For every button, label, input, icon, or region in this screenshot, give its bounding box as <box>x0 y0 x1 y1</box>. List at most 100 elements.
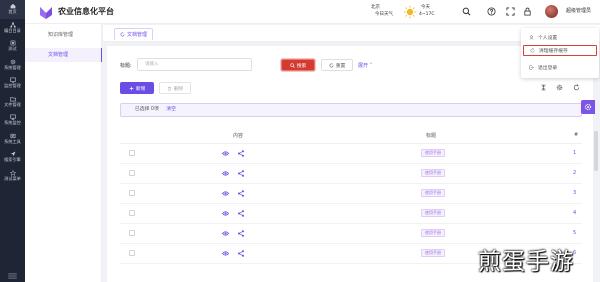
sidebar-item-system[interactable]: 系统管理 <box>0 56 25 75</box>
tab-documents[interactable]: 文档管理 <box>114 28 154 40</box>
sidebar-item-sysmonitor[interactable]: 系统监控 <box>0 111 25 130</box>
weather-day: 今天 <box>421 5 430 10</box>
add-button[interactable]: 新增 <box>120 82 154 94</box>
expand-link[interactable]: 展开 ˅ <box>358 62 372 69</box>
column-header-title[interactable]: 标题 <box>426 132 436 139</box>
table-row: 使用手册 3 <box>120 184 582 204</box>
row-checkbox[interactable] <box>129 170 135 176</box>
sunny-icon <box>403 5 417 19</box>
view-share-icons[interactable] <box>222 150 246 157</box>
main-sidebar: 首页 编目目录 测试 系统管理 监控管理 文件管理 系统监控 系统工具 搜索引擎… <box>0 0 25 282</box>
avatar[interactable] <box>545 5 558 18</box>
clear-selection-link[interactable]: 清空 <box>166 107 176 112</box>
sidebar-item-files[interactable]: 文件管理 <box>0 93 25 112</box>
top-header: 农业信息化平台 北京 今日天气 今天 4~17C 超级管理员 <box>25 0 600 24</box>
username[interactable]: 超级管理员 <box>566 8 591 15</box>
lock-icon[interactable] <box>523 7 532 16</box>
column-height-icon[interactable] <box>540 84 547 91</box>
delete-button[interactable]: 删除 <box>159 82 191 94</box>
watermark-text: 煎蛋手游 <box>478 249 574 275</box>
gear-icon <box>584 103 592 111</box>
view-share-icons[interactable] <box>222 170 246 177</box>
search-icon <box>290 62 295 68</box>
row-checkbox[interactable] <box>129 210 135 216</box>
menu-item-label: 清理缓存缓存 <box>539 49 568 54</box>
fullscreen-icon[interactable] <box>506 7 515 16</box>
search-button[interactable]: 搜索 <box>281 59 315 71</box>
sidebar-item-monitor[interactable]: 监控管理 <box>0 74 25 93</box>
view-share-icons[interactable] <box>222 190 246 197</box>
sidebar-item-label: 编目目录 <box>4 27 21 33</box>
plus-icon <box>129 86 133 90</box>
tree-item-knowledge-base[interactable]: 知识库管理 <box>25 28 102 42</box>
row-index: 5 <box>573 230 577 236</box>
sidebar-item-label: 测试菜单 <box>4 175 21 181</box>
column-header-content[interactable]: 内容 <box>233 132 243 139</box>
table-row: 使用手册 1 <box>120 144 582 164</box>
sidebar-item-catalog[interactable]: 编目目录 <box>0 19 25 38</box>
reset-button-label: 重置 <box>335 63 346 69</box>
view-share-icons[interactable] <box>222 210 246 217</box>
app-logo <box>40 7 52 19</box>
view-share-icons[interactable] <box>222 250 246 257</box>
menu-item-label: 个人设置 <box>538 36 558 41</box>
title-tag: 使用手册 <box>421 229 445 237</box>
tree-item-label: 文档管理 <box>48 52 69 58</box>
sidebar-item-label: 文件管理 <box>4 101 21 107</box>
sidebar-item-label: 系统监控 <box>4 120 21 126</box>
column-header-index[interactable]: # <box>574 132 578 138</box>
table-row: 使用手册 4 <box>120 204 582 224</box>
floating-settings-button[interactable] <box>581 100 595 114</box>
sidebar-item-tools[interactable]: 系统工具 <box>0 130 25 149</box>
title-tag: 使用手册 <box>421 249 445 257</box>
reset-button[interactable]: 重置 <box>321 59 353 71</box>
row-checkbox[interactable] <box>129 190 135 196</box>
selection-count: 已选择 0项 <box>135 107 159 112</box>
search-icon[interactable] <box>462 7 471 16</box>
sidebar-item-label: 测试 <box>8 46 17 52</box>
menu-collapse-icon[interactable] <box>8 273 17 279</box>
row-checkbox[interactable] <box>129 150 135 156</box>
title-tag: 使用手册 <box>421 169 445 177</box>
reload-icon[interactable] <box>573 84 580 91</box>
menu-item-logout[interactable]: 退出登录 <box>523 62 597 73</box>
table-header: 内容 标题 # <box>120 128 582 144</box>
sidebar-item-test[interactable]: 测试 <box>0 37 25 56</box>
title-tag: 使用手册 <box>421 209 445 217</box>
row-checkbox[interactable] <box>129 250 135 256</box>
sidebar-item-label: 搜索引擎 <box>4 157 21 163</box>
sidebar-item-label: 监控管理 <box>4 83 21 89</box>
tree-item-documents[interactable]: 文档管理 <box>25 48 102 62</box>
row-index: 3 <box>573 190 577 196</box>
expand-link-label: 展开 <box>358 63 369 69</box>
app-title: 农业信息化平台 <box>58 7 114 16</box>
user-icon <box>529 35 534 40</box>
sidebar-item-search-engine[interactable]: 搜索引擎 <box>0 148 25 167</box>
sidebar-item-label: 首页 <box>8 9 17 15</box>
refresh-icon <box>329 63 334 67</box>
sidebar-item-home[interactable]: 首页 <box>0 0 25 19</box>
sidebar-item-test-menu[interactable]: 测试菜单 <box>0 167 25 186</box>
row-index: 2 <box>573 170 577 176</box>
menu-item-label: 退出登录 <box>538 66 558 71</box>
user-dropdown-menu: 个人设置 清理缓存缓存 退出登录 <box>521 28 599 78</box>
table-row: 使用手册 5 <box>120 224 582 244</box>
row-checkbox[interactable] <box>129 230 135 236</box>
view-share-icons[interactable] <box>222 230 246 237</box>
refresh-icon <box>120 32 125 37</box>
menu-item-clear-cache[interactable]: 清理缓存缓存 <box>523 45 597 56</box>
page-scrollbar[interactable] <box>594 131 598 171</box>
search-button-label: 搜索 <box>296 63 307 69</box>
title-tag: 使用手册 <box>421 189 445 197</box>
tree-item-label: 知识库管理 <box>48 32 74 38</box>
title-search-input[interactable]: 请输入 <box>137 58 252 71</box>
refresh-icon <box>530 48 535 53</box>
gear-icon[interactable] <box>556 84 563 91</box>
logout-icon <box>529 65 534 70</box>
app-root: 首页 编目目录 测试 系统管理 监控管理 文件管理 系统监控 系统工具 搜索引擎… <box>0 0 600 282</box>
table-row: 使用手册 2 <box>120 164 582 184</box>
menu-item-profile[interactable]: 个人设置 <box>523 32 597 43</box>
help-icon[interactable] <box>487 7 496 16</box>
sidebar-item-label: 系统工具 <box>4 138 21 144</box>
tab-label: 文档管理 <box>127 32 148 38</box>
